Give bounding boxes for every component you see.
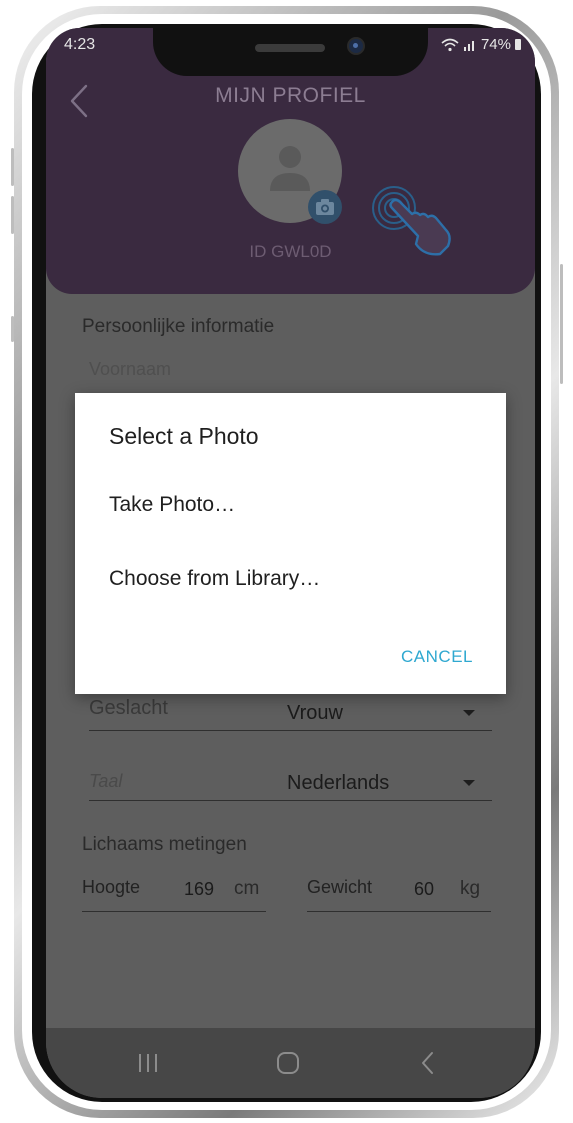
height-underline [82, 911, 266, 912]
system-nav-bar [46, 1028, 535, 1098]
home-button[interactable] [268, 1046, 308, 1080]
earpiece [255, 44, 325, 52]
phone-screen: 4:23 74% MIJN PROFIEL ID GWL0D Persoonli… [46, 28, 535, 1098]
language-select[interactable]: Nederlands [287, 772, 389, 795]
section-measurements: Lichaams metingen [82, 834, 247, 855]
weight-underline [307, 911, 491, 912]
language-dropdown-icon[interactable] [463, 780, 475, 786]
weight-input[interactable]: 60 [414, 879, 434, 900]
profile-header: 4:23 74% MIJN PROFIEL ID GWL0D [46, 28, 535, 294]
home-icon [277, 1052, 299, 1074]
language-underline [89, 800, 492, 801]
height-input[interactable]: 169 [184, 879, 214, 900]
gender-select[interactable]: Vrouw [287, 702, 343, 725]
volume-button [11, 148, 14, 186]
signal-icon [463, 40, 474, 51]
cancel-button[interactable]: CANCEL [401, 647, 473, 667]
weight-label: Gewicht [307, 877, 373, 897]
dialog-title: Select a Photo [109, 423, 259, 449]
nav-back-button[interactable] [408, 1046, 448, 1080]
height-label: Hoogte [82, 877, 141, 897]
choose-from-library-option[interactable]: Choose from Library… [109, 567, 320, 591]
wifi-icon [441, 38, 459, 51]
front-camera [349, 39, 363, 53]
camera-notch [153, 28, 428, 76]
battery-percentage: 74% [480, 36, 511, 53]
camera-icon [316, 199, 334, 215]
page-title: MIJN PROFIEL [215, 84, 366, 107]
status-icons: 74% [441, 36, 521, 53]
user-id: ID GWL0D [249, 242, 332, 261]
gender-dropdown-icon[interactable] [463, 710, 475, 716]
weight-unit: kg [460, 878, 481, 899]
gender-label: Geslacht [89, 697, 168, 719]
section-personal-info: Persoonlijke informatie [82, 316, 275, 337]
first-name-field[interactable]: Voornaam [89, 359, 171, 380]
take-photo-option[interactable]: Take Photo… [109, 493, 235, 517]
height-unit: cm [234, 878, 260, 899]
language-label: Taal [89, 771, 123, 791]
battery-icon [515, 39, 521, 50]
power-button [560, 264, 563, 384]
status-time: 4:23 [64, 36, 96, 53]
recent-apps-button[interactable] [128, 1046, 168, 1080]
recent-apps-icon [139, 1054, 157, 1072]
volume-button [11, 196, 14, 234]
gender-underline [89, 730, 492, 731]
select-photo-dialog: Select a Photo Take Photo… Choose from L… [75, 393, 506, 694]
change-photo-button[interactable] [308, 190, 342, 224]
user-silhouette-icon [270, 146, 310, 191]
bixby-button [11, 316, 14, 342]
nav-back-icon [422, 1052, 433, 1074]
